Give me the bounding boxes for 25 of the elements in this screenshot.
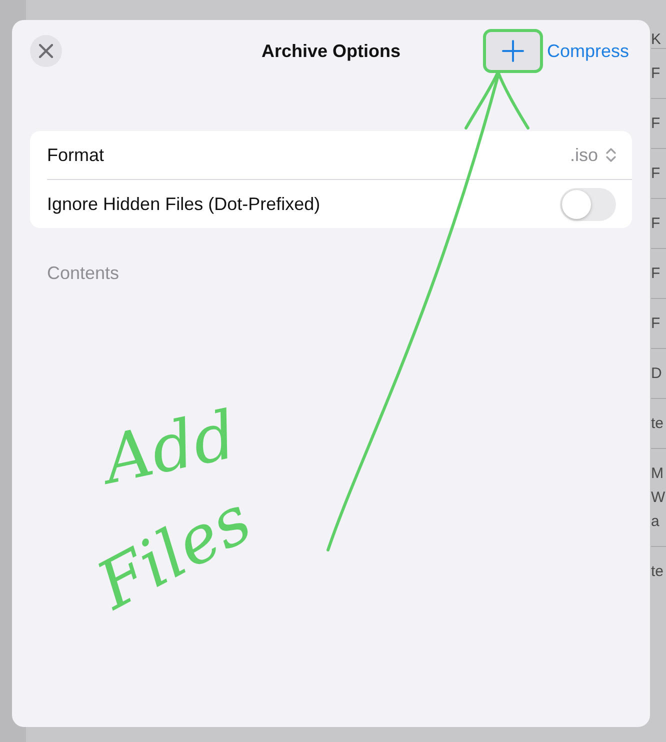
row-text: F [651, 214, 662, 234]
setting-label: Format [47, 144, 106, 166]
sheet-title: Archive Options [261, 40, 401, 60]
column-header[interactable]: K [651, 0, 666, 48]
row-text: te [651, 414, 665, 434]
row-text: F [651, 114, 662, 134]
row-text: W [651, 488, 666, 508]
add-button[interactable] [482, 29, 543, 73]
setting-label: Ignore Hidden Files (Dot-Prefixed) [47, 194, 322, 214]
close-icon [39, 44, 53, 58]
row-text: F [651, 264, 662, 284]
chevron-icon [606, 147, 616, 163]
row-text: F [651, 164, 662, 184]
compress-button[interactable]: Compress [546, 40, 629, 62]
plus-icon [502, 40, 524, 62]
row-text: a [651, 512, 660, 532]
row-text: F [651, 64, 662, 84]
row-text: D [651, 364, 663, 384]
format-picker[interactable]: .iso [570, 144, 616, 166]
toggle-switch[interactable] [560, 188, 616, 220]
row-text: te [651, 562, 665, 582]
close-button[interactable] [30, 35, 62, 67]
row-text: M [651, 464, 664, 484]
row-text: F [651, 314, 662, 334]
section-header: Contents [47, 263, 120, 284]
